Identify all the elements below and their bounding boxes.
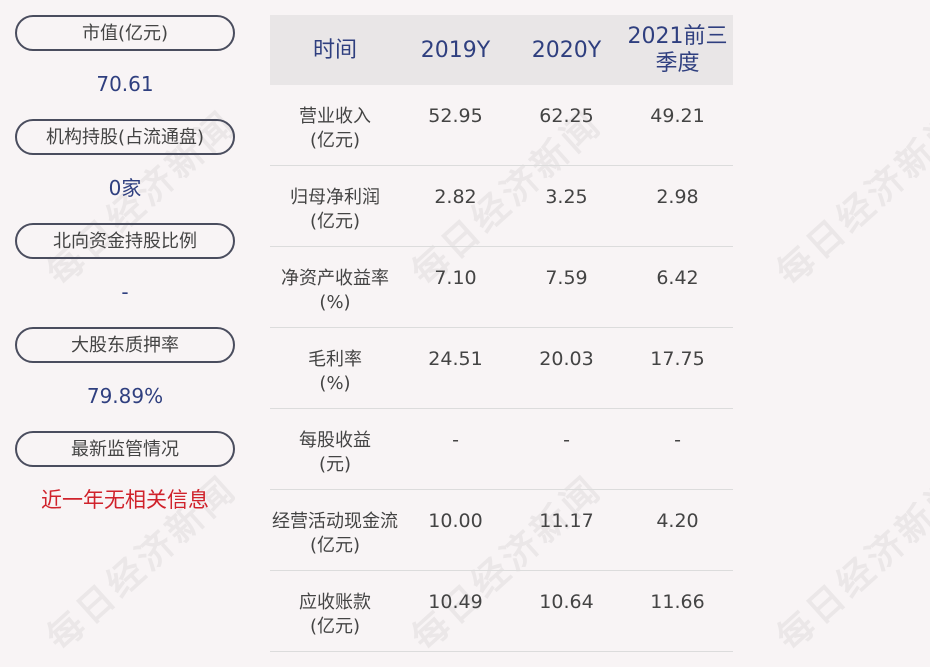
institutional-holding-value: 0家 [108, 176, 142, 200]
market-cap-label: 市值(亿元) [15, 15, 235, 51]
cell-value: - [452, 429, 459, 451]
regulatory-status-value: 近一年无相关信息 [41, 488, 209, 512]
cell-value: 7.10 [434, 267, 477, 289]
cell-value: 6.42 [656, 267, 699, 289]
table-row: 每股收益 (元) - - - [270, 409, 733, 490]
cell-value: 10.49 [428, 591, 483, 613]
cell-value: 62.25 [539, 105, 594, 127]
pledge-ratio-value: 79.89% [86, 384, 164, 408]
table-row: 应收账款 (亿元) 10.49 10.64 11.66 [270, 571, 733, 652]
table-row: 净资产收益率 (%) 7.10 7.59 6.42 [270, 247, 733, 328]
table-row: 归母净利润 (亿元) 2.82 3.25 2.98 [270, 166, 733, 247]
watermark: 每日经济新闻 [769, 468, 930, 660]
cell-value: 2.98 [656, 186, 699, 208]
cell-value: 11.17 [539, 510, 594, 532]
table-header: 时间 2019Y 2020Y 2021前三季度 [270, 15, 733, 85]
row-label: 每股收益 (元) [299, 430, 371, 475]
cell-value: 3.25 [545, 186, 588, 208]
cell-value: 52.95 [428, 105, 483, 127]
cell-value: 10.00 [428, 510, 483, 532]
cell-value: 20.03 [539, 348, 594, 370]
financial-table: 时间 2019Y 2020Y 2021前三季度 营业收入 (亿元) 52.95 6… [270, 15, 733, 652]
row-label: 营业收入 (亿元) [299, 106, 371, 151]
cell-value: 17.75 [650, 348, 705, 370]
northbound-holding-value: - [121, 280, 129, 304]
table-row: 毛利率 (%) 24.51 20.03 17.75 [270, 328, 733, 409]
cell-value: 4.20 [656, 510, 699, 532]
row-label: 归母净利润 (亿元) [290, 187, 380, 232]
header-2020: 2020Y [531, 37, 602, 63]
row-label: 经营活动现金流 (亿元) [272, 511, 398, 556]
cell-value: 2.82 [434, 186, 477, 208]
row-label: 净资产收益率 (%) [281, 268, 389, 313]
cell-value: - [563, 429, 570, 451]
cell-value: 7.59 [545, 267, 588, 289]
header-time: 时间 [312, 37, 357, 63]
regulatory-status-label: 最新监管情况 [15, 431, 235, 467]
table-row: 经营活动现金流 (亿元) 10.00 11.17 4.20 [270, 490, 733, 571]
pledge-ratio-label: 大股东质押率 [15, 327, 235, 363]
cell-value: 49.21 [650, 105, 705, 127]
cell-value: 24.51 [428, 348, 483, 370]
institutional-holding-label: 机构持股(占流通盘) [15, 119, 235, 155]
header-2021q3: 2021前三季度 [627, 24, 728, 76]
market-cap-value: 70.61 [96, 72, 154, 96]
row-label: 应收账款 (亿元) [299, 592, 371, 637]
northbound-holding-label: 北向资金持股比例 [15, 223, 235, 259]
summary-panel: 市值(亿元) 70.61 机构持股(占流通盘) 0家 北向资金持股比例 - 大股… [15, 15, 235, 535]
cell-value: 10.64 [539, 591, 594, 613]
header-2019: 2019Y [420, 37, 491, 63]
cell-value: 11.66 [650, 591, 705, 613]
row-label: 毛利率 (%) [308, 349, 362, 394]
cell-value: - [674, 429, 681, 451]
watermark: 每日经济新闻 [769, 103, 930, 295]
table-row: 营业收入 (亿元) 52.95 62.25 49.21 [270, 85, 733, 166]
